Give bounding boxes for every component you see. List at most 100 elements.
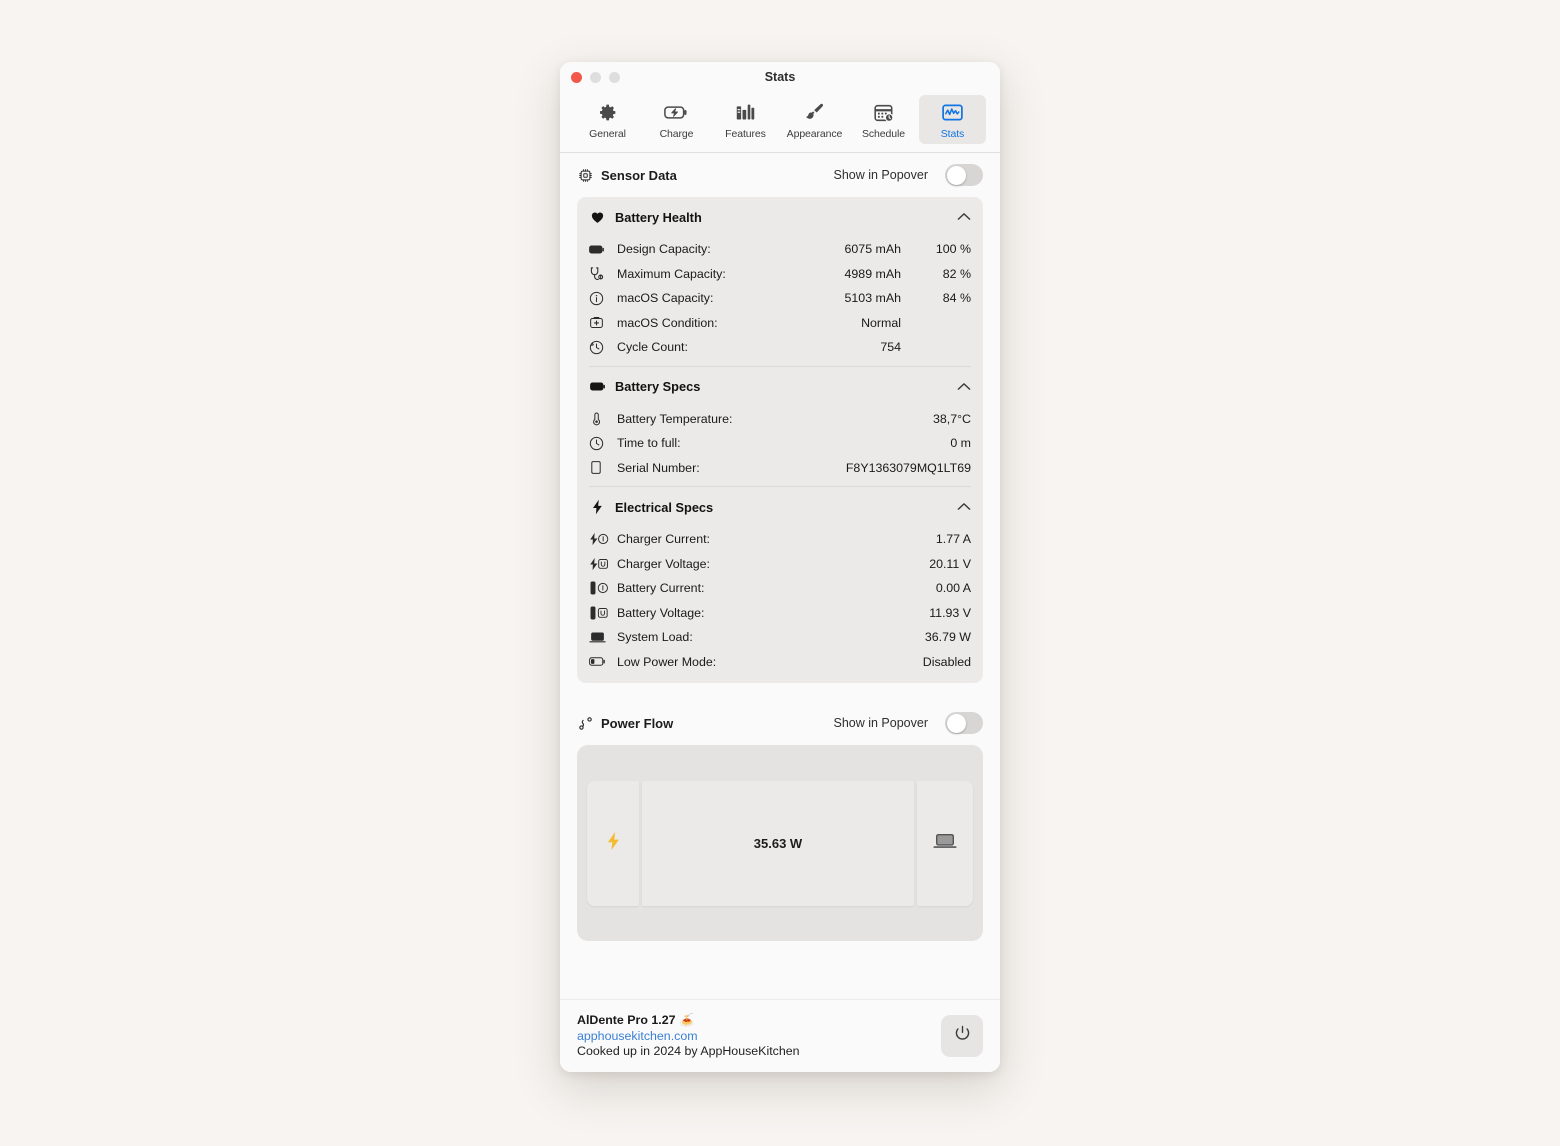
- sensor-data-card: Battery Health Design Capacity: 6075 mAh…: [577, 197, 983, 683]
- preferences-toolbar: General Charge Features Appearance Sched…: [560, 93, 1000, 153]
- window-title: Stats: [764, 70, 796, 84]
- toggle-knob: [946, 713, 966, 733]
- row-charger-voltage: Charger Voltage: 20.11 V: [589, 552, 971, 577]
- label-charger-voltage: Charger Voltage:: [617, 556, 710, 571]
- label-cycle-count: Cycle Count:: [617, 340, 688, 355]
- clock-arrow-icon: [589, 340, 609, 355]
- sensor-data-header: Sensor Data Show in Popover: [577, 153, 983, 197]
- laptop-icon: [589, 631, 609, 644]
- percent-maximum-capacity: 82 %: [942, 266, 971, 281]
- row-charger-current: Charger Current: 1.77 A: [589, 527, 971, 552]
- row-time-to-full: Time to full: 0 m: [589, 431, 971, 456]
- tab-appearance[interactable]: Appearance: [781, 95, 848, 144]
- value-design-capacity: 6075 mAh: [844, 242, 901, 257]
- value-macos-capacity: 5103 mAh: [844, 291, 901, 306]
- group-header-battery-specs[interactable]: Battery Specs: [589, 367, 971, 407]
- value-macos-condition: Normal: [861, 315, 901, 330]
- percent-macos-capacity: 84 %: [942, 291, 971, 306]
- books-icon: [735, 100, 756, 125]
- tab-schedule[interactable]: Schedule: [850, 95, 917, 144]
- chevron-up-icon[interactable]: [957, 498, 971, 516]
- battery-voltage-icon: [589, 605, 609, 621]
- label-charger-current: Charger Current:: [617, 532, 710, 547]
- chevron-up-icon[interactable]: [957, 378, 971, 396]
- gear-icon: [597, 100, 618, 125]
- group-title-electrical-specs: Electrical Specs: [615, 499, 714, 515]
- tab-charge[interactable]: Charge: [643, 95, 710, 144]
- calendar-clock-icon: [873, 100, 895, 125]
- label-system-load: System Load:: [617, 630, 693, 645]
- chevron-up-icon[interactable]: [957, 208, 971, 226]
- footer-credit: Cooked up in 2024 by AppHouseKitchen: [577, 1044, 800, 1058]
- bolt-voltage-icon: [589, 557, 609, 571]
- power-flow-card: 35.63 W: [577, 745, 983, 941]
- group-header-battery-health[interactable]: Battery Health: [589, 197, 971, 237]
- label-battery-temperature: Battery Temperature:: [617, 411, 733, 426]
- value-charger-voltage: 20.11 V: [929, 556, 971, 571]
- tab-features-label: Features: [725, 128, 766, 140]
- bolt-yellow-icon: [606, 831, 621, 856]
- label-maximum-capacity: Maximum Capacity:: [617, 266, 726, 281]
- value-time-to-full: 0 m: [950, 436, 971, 451]
- bolt-current-icon: [589, 532, 609, 546]
- label-macos-capacity: macOS Capacity:: [617, 291, 714, 306]
- footer-website-link[interactable]: apphousekitchen.com: [577, 1029, 941, 1043]
- row-system-load: System Load: 36.79 W: [589, 625, 971, 650]
- power-button[interactable]: [941, 1014, 983, 1057]
- label-time-to-full: Time to full:: [617, 436, 681, 451]
- tab-features[interactable]: Features: [712, 95, 779, 144]
- group-header-electrical-specs[interactable]: Electrical Specs: [589, 487, 971, 527]
- value-low-power-mode: Disabled: [922, 654, 971, 669]
- power-flow-middle: 35.63 W: [642, 780, 914, 906]
- value-battery-voltage: 11.93 V: [929, 605, 971, 620]
- row-maximum-capacity: Maximum Capacity: 4989 mAh 82 %: [589, 262, 971, 287]
- row-design-capacity: Design Capacity: 6075 mAh 100 %: [589, 237, 971, 262]
- label-serial-number: Serial Number:: [617, 460, 700, 475]
- power-flow-bar: 35.63 W: [587, 780, 973, 906]
- value-serial-number: F8Y1363079MQ1LT69: [845, 460, 971, 475]
- power-icon: [953, 1024, 972, 1048]
- row-battery-voltage: Battery Voltage: 11.93 V: [589, 601, 971, 626]
- footer-app-name-text: AlDente Pro 1.27: [577, 1013, 676, 1027]
- power-flow-watts: 35.63 W: [753, 835, 803, 851]
- row-cycle-count: Cycle Count: 754: [589, 335, 971, 360]
- sensor-popover-label: Show in Popover: [833, 168, 928, 182]
- thermometer-icon: [589, 411, 609, 426]
- clock-icon: [589, 436, 609, 451]
- power-flow-show-in-popover-toggle[interactable]: [945, 712, 983, 734]
- label-macos-condition: macOS Condition:: [617, 315, 718, 330]
- power-flow-header: Power Flow Show in Popover: [577, 701, 983, 745]
- label-battery-voltage: Battery Voltage:: [617, 605, 705, 620]
- label-low-power-mode: Low Power Mode:: [617, 654, 717, 669]
- tab-schedule-label: Schedule: [862, 128, 905, 140]
- value-battery-current: 0.00 A: [935, 581, 971, 596]
- value-cycle-count: 754: [880, 340, 901, 355]
- cpu-chip-icon: [577, 167, 593, 183]
- tab-charge-label: Charge: [659, 128, 694, 140]
- heart-icon: [589, 210, 606, 225]
- battery-low-icon: [589, 656, 609, 667]
- document-icon: [589, 460, 609, 475]
- cable-connector-icon: [577, 715, 593, 731]
- row-battery-temperature: Battery Temperature: 38,7°C: [589, 407, 971, 432]
- pasta-emoji-icon: 🍝: [678, 1013, 695, 1027]
- battery-full-icon: [589, 244, 609, 255]
- info-circle-icon: [589, 291, 609, 306]
- stats-window: Stats General Charge Features Appearance…: [560, 62, 1000, 1072]
- power-flow-source: [587, 780, 639, 906]
- tab-general[interactable]: General: [574, 95, 641, 144]
- percent-design-capacity: 100 %: [935, 242, 971, 257]
- label-design-capacity: Design Capacity:: [617, 242, 711, 257]
- value-battery-temperature: 38,7°C: [932, 411, 971, 426]
- footer-app-name: AlDente Pro 1.27 🍝: [577, 1013, 941, 1028]
- bolt-icon: [589, 499, 606, 515]
- row-macos-condition: macOS Condition: Normal: [589, 311, 971, 336]
- value-charger-current: 1.77 A: [935, 532, 971, 547]
- label-battery-current: Battery Current:: [617, 581, 705, 596]
- tab-stats[interactable]: Stats: [919, 95, 986, 144]
- medkit-icon: [589, 315, 609, 330]
- sensor-show-in-popover-toggle[interactable]: [945, 164, 983, 186]
- battery-bolt-icon: [664, 100, 689, 125]
- group-title-battery-health: Battery Health: [615, 209, 702, 225]
- sensor-data-title: Sensor Data: [601, 167, 677, 183]
